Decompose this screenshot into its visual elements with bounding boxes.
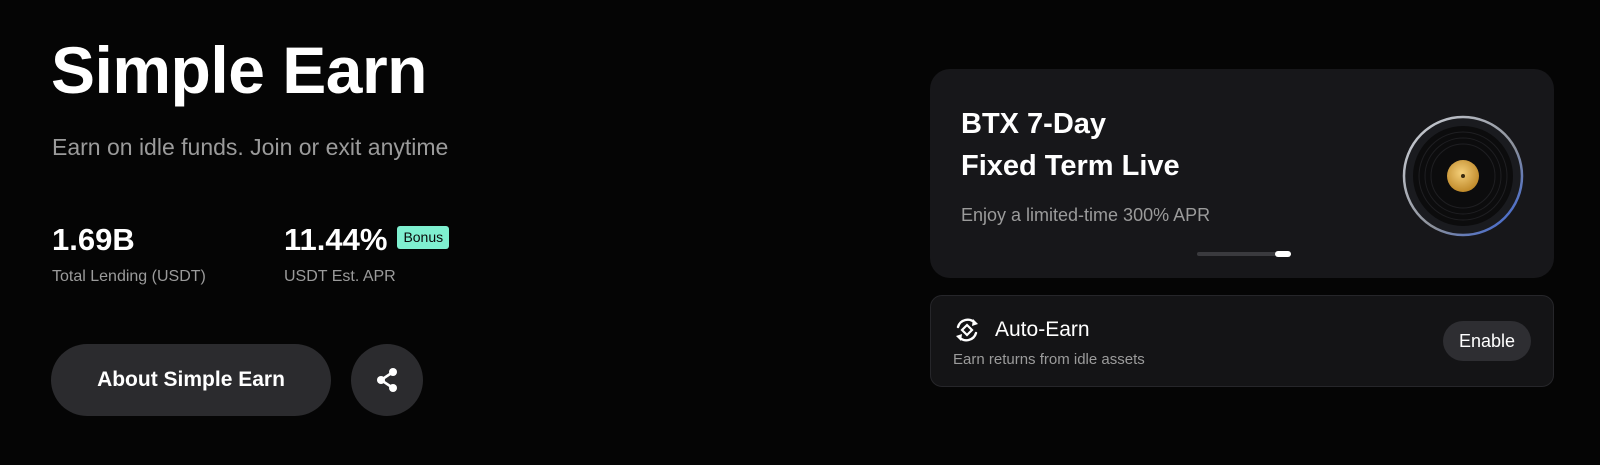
carousel-active-dot	[1275, 251, 1291, 257]
page-title: Simple Earn	[51, 33, 427, 107]
apr-label: USDT Est. APR	[284, 268, 396, 285]
apr-value-row: 11.44% Bonus	[284, 220, 450, 260]
total-lending-label: Total Lending (USDT)	[52, 268, 206, 285]
total-lending-stat: 1.69B Total Lending (USDT)	[52, 220, 206, 287]
share-icon	[377, 368, 397, 392]
auto-earn-card: Auto-Earn Earn returns from idle assets …	[930, 295, 1554, 387]
promo-banner[interactable]: BTX 7-Day Fixed Term Live Enjoy a limite…	[930, 69, 1554, 278]
enable-auto-earn-button[interactable]: Enable	[1442, 321, 1531, 361]
page-subtitle: Earn on idle funds. Join or exit anytime	[52, 134, 449, 160]
promo-subtitle: Enjoy a limited-time 300% APR	[961, 205, 1211, 225]
simple-earn-page: Simple Earn Earn on idle funds. Join or …	[0, 0, 1600, 465]
total-lending-value: 1.69B	[52, 222, 135, 257]
auto-earn-subtitle: Earn returns from idle assets	[953, 351, 1145, 368]
auto-earn-title: Auto-Earn	[995, 318, 1090, 341]
promo-title-line1: BTX 7-Day	[961, 108, 1107, 140]
share-button[interactable]	[351, 344, 423, 416]
about-simple-earn-button[interactable]: About Simple Earn	[51, 344, 331, 416]
apr-value: 11.44%	[284, 222, 388, 257]
bonus-badge: Bonus	[397, 225, 450, 249]
promo-title-line2: Fixed Term Live	[961, 150, 1180, 182]
carousel-indicator	[1197, 251, 1291, 257]
vinyl-disc-icon	[1402, 115, 1524, 237]
auto-earn-cycle-icon	[956, 318, 978, 342]
apr-stat: 11.44% Bonus USDT Est. APR	[284, 220, 450, 287]
promo-title: BTX 7-Day Fixed Term Live	[961, 103, 1341, 187]
